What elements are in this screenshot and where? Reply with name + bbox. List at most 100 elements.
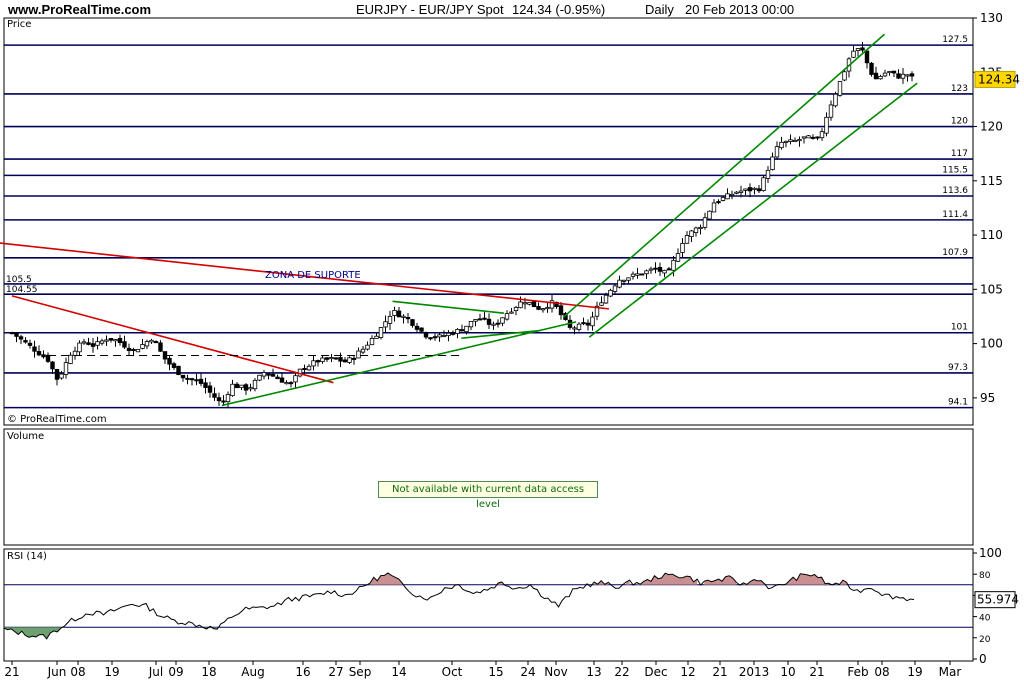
candle-body (144, 341, 150, 347)
volume-unavailable-message: Not available with current data access l… (378, 481, 598, 510)
candle-body (234, 383, 240, 389)
candle-body (644, 270, 649, 275)
candle-body (360, 348, 366, 353)
candle-body (351, 357, 357, 360)
candle-body (680, 242, 685, 253)
x-tick-label: 19 (907, 665, 922, 679)
candle-body (378, 327, 384, 338)
candle-body (747, 187, 753, 192)
level-label: 107.9 (942, 248, 968, 258)
candle-body (333, 357, 339, 360)
x-tick-label: 18 (201, 665, 216, 679)
candle-body (275, 376, 280, 380)
candle-body (545, 307, 550, 310)
candle-body (878, 75, 883, 80)
candle-body (900, 73, 906, 79)
candle-body (324, 357, 330, 360)
candle-body (437, 334, 442, 338)
level-label: 117 (951, 149, 968, 159)
candle-body (702, 217, 708, 228)
candle-body (590, 316, 595, 327)
candle-body (473, 319, 478, 322)
candle-body (441, 335, 447, 338)
site-name[interactable]: www.ProRealTime.com (8, 2, 151, 17)
candle-body (779, 141, 784, 149)
candle-body (189, 378, 195, 381)
candle-body (185, 377, 190, 380)
volume-panel-title: Volume (7, 431, 45, 442)
candle-body (689, 230, 694, 237)
candle-body (432, 336, 438, 339)
candle-body (810, 136, 816, 139)
candle-body (761, 177, 766, 192)
price-y-tick-label: 100 (980, 337, 1003, 351)
level-label: 120 (951, 117, 968, 127)
candle-body (23, 340, 28, 343)
candle-body (288, 382, 294, 385)
candle-body (207, 385, 213, 393)
level-label: 101 (951, 323, 968, 333)
candle-body (824, 116, 829, 134)
candle-body (896, 73, 901, 79)
candle-body (909, 73, 915, 77)
candle-body (792, 139, 798, 142)
candle-body (230, 383, 235, 397)
candle-body (104, 339, 109, 342)
x-tick-label: 08 (874, 665, 889, 679)
candle-body (27, 342, 33, 346)
candle-body (527, 302, 532, 305)
candle-body (293, 375, 298, 383)
x-tick-label: Feb (847, 665, 868, 679)
rsi-y-tick-label: 20 (979, 635, 991, 645)
price-panel-title: Price (7, 19, 32, 30)
candle-body (356, 350, 361, 359)
price-y-tick-label: 105 (980, 282, 1003, 296)
candle-body (36, 351, 42, 356)
last-price-label: 124.34 (978, 72, 1020, 86)
candle-body (491, 323, 496, 326)
x-tick-label: Jun (47, 665, 67, 679)
level-label: 104.55 (6, 285, 38, 295)
candle-body (873, 72, 879, 80)
rsi-y-tick-label: 0 (979, 652, 987, 666)
support-zone-label: ZONA DE SUPORTE (265, 270, 361, 281)
candle-body (261, 372, 267, 377)
x-tick-label: 13 (586, 665, 601, 679)
x-tick-label: Aug (241, 665, 264, 679)
candle-body (882, 72, 888, 77)
candle-body (216, 397, 222, 402)
candle-body (77, 342, 82, 353)
candle-body (257, 374, 262, 381)
rsi-y-tick-label: 40 (979, 614, 991, 624)
candle-body (684, 235, 690, 244)
x-tick-label: 21 (4, 665, 19, 679)
candle-body (279, 377, 285, 383)
x-tick-label: Dec (644, 665, 667, 679)
candle-body (459, 329, 465, 332)
level-label: 111.4 (942, 210, 968, 220)
candle-body (653, 267, 658, 270)
candle-body (446, 332, 451, 337)
price-y-tick-label: 110 (980, 228, 1003, 242)
candle-body (621, 279, 627, 282)
candle-body (41, 354, 46, 358)
candle-body (801, 136, 807, 139)
x-tick-label: 22 (614, 665, 629, 679)
candle-body (86, 342, 91, 345)
candle-body (617, 279, 622, 288)
candle-body (90, 343, 96, 347)
candle-body (648, 268, 654, 271)
candle-body (716, 201, 721, 204)
candle-body (171, 363, 177, 368)
datetime: 20 Feb 2013 00:00 (685, 2, 795, 17)
candle-body (765, 169, 771, 179)
candle-body (513, 306, 519, 311)
x-tick-label: 24 (520, 665, 535, 679)
candle-body (342, 359, 348, 363)
candle-body (9, 332, 15, 335)
candle-body (887, 71, 892, 74)
candle-body (284, 382, 289, 385)
candle-body (320, 357, 325, 362)
candle-body (158, 342, 163, 352)
candle-body (734, 191, 739, 194)
